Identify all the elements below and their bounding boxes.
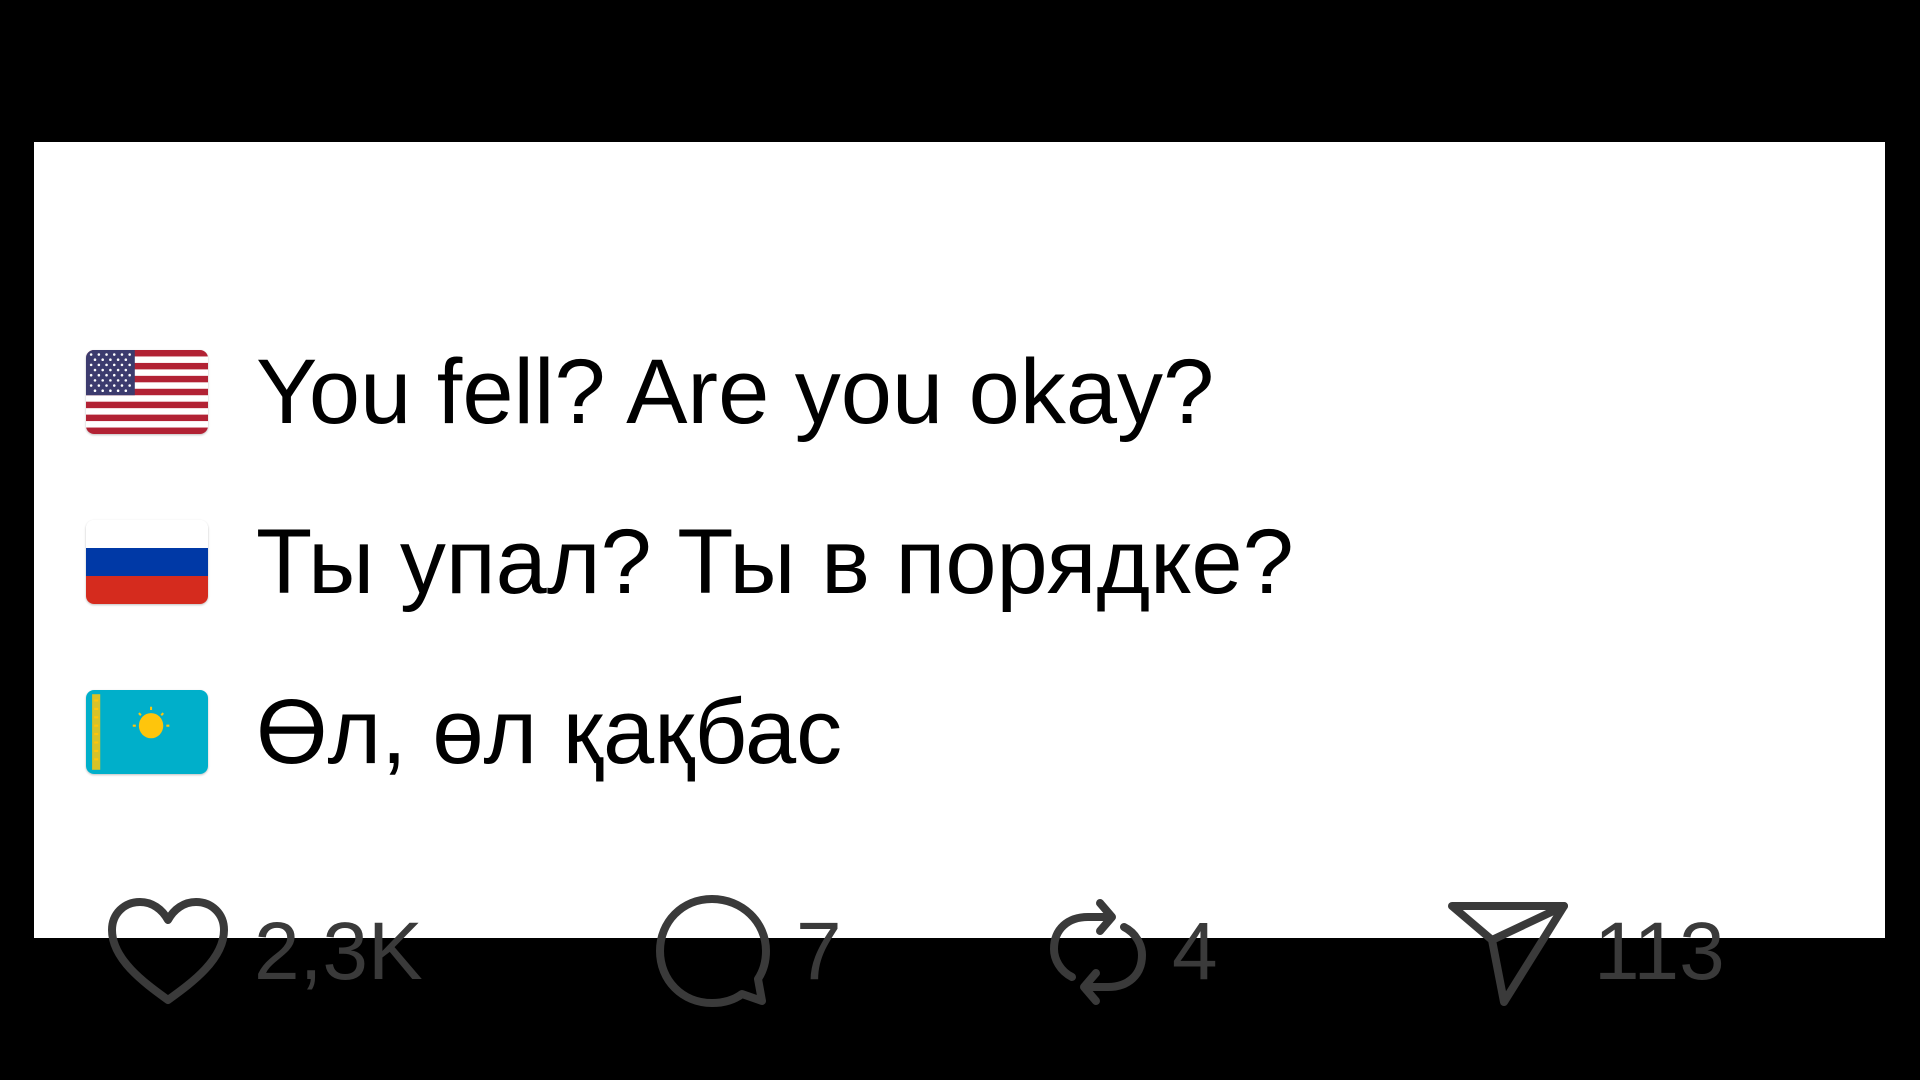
post-line-kazakh: Өл, өл қақбас [86,682,842,782]
us-flag-icon [86,350,208,434]
repost-icon [1048,893,1148,1011]
post-action-bar: 2,3K 7 4 113 [106,892,1806,1012]
reply-count: 7 [796,906,842,997]
heart-icon [106,896,230,1008]
post-text-kazakh: Өл, өл қақбас [256,681,843,783]
repost-button[interactable]: 4 [1048,892,1218,1012]
like-button[interactable]: 2,3K [106,892,423,1012]
send-icon [1446,896,1570,1008]
post-text-russian: Ты упал? Ты в порядке? [256,511,1294,613]
share-button[interactable]: 113 [1446,892,1725,1012]
post-card: You fell? Are you okay? Ты упал? Ты в по… [34,142,1885,1007]
share-count: 113 [1594,906,1725,997]
like-count: 2,3K [254,906,423,997]
comment-bubble-icon [654,893,772,1011]
reply-button[interactable]: 7 [654,892,842,1012]
post-text-english: You fell? Are you okay? [256,341,1215,443]
ru-flag-icon [86,520,208,604]
post-line-russian: Ты упал? Ты в порядке? [86,512,1294,612]
kz-flag-icon [86,690,208,774]
post-line-english: You fell? Are you okay? [86,342,1214,442]
repost-count: 4 [1172,906,1218,997]
